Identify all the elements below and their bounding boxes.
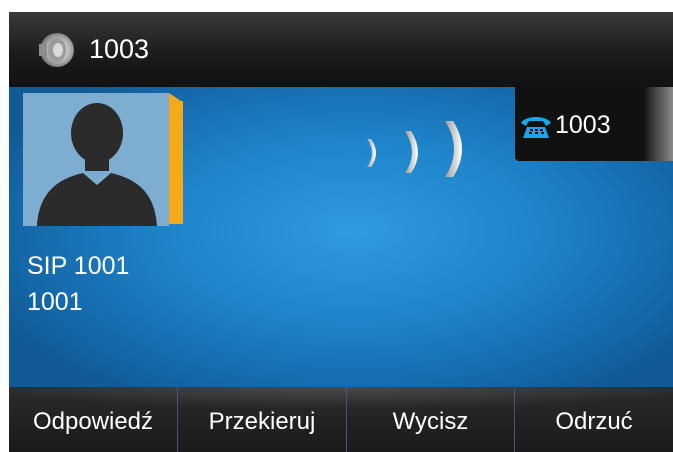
line-key-label: 1003 <box>555 111 611 139</box>
forward-softkey[interactable]: Przekieruj <box>178 387 347 452</box>
ringing-waves-icon <box>367 121 462 177</box>
status-bar: 1003 <box>9 12 673 88</box>
softkey-bar: Odpowiedź Przekieruj Wycisz Odrzuć <box>9 387 673 452</box>
caller-name: SIP 1001 <box>27 252 130 280</box>
answer-softkey[interactable]: Odpowiedź <box>9 387 178 452</box>
line-key-shade <box>643 87 673 161</box>
speaker-icon <box>39 33 74 67</box>
call-view: SIP 1001 1001 1003 <box>9 87 673 387</box>
status-extension: 1003 <box>89 34 150 64</box>
phone-screen: 1003 SIP 1001 1001 1003 Odpowiedź Przeki… <box>9 12 673 452</box>
phone-icon <box>521 117 551 138</box>
reject-softkey[interactable]: Odrzuć <box>515 387 673 452</box>
caller-number: 1001 <box>27 288 83 316</box>
caller-avatar <box>23 93 183 226</box>
line-key-1003[interactable]: 1003 <box>515 87 673 161</box>
silence-softkey[interactable]: Wycisz <box>347 387 515 452</box>
